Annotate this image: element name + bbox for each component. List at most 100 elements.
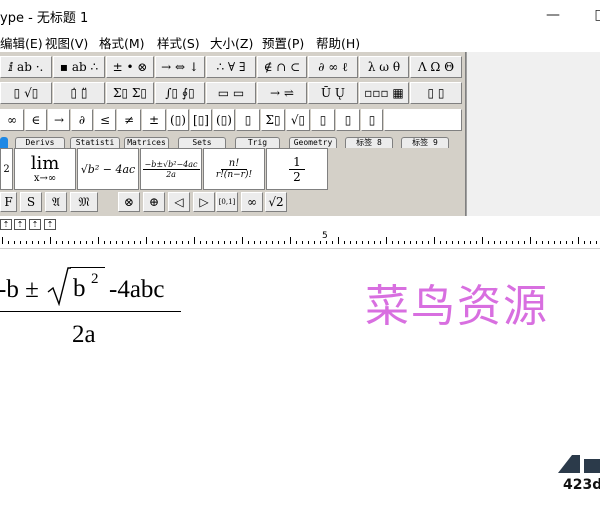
subscript-button[interactable]: ▯ bbox=[336, 109, 360, 131]
operator-symbols-palette[interactable]: ± • ⊗ bbox=[106, 56, 154, 78]
combination-numerator: n! bbox=[220, 158, 248, 170]
ruler-tick bbox=[392, 241, 393, 244]
menu-size[interactable]: 大小(Z) bbox=[210, 33, 253, 52]
template-one-half[interactable]: 1 2 bbox=[266, 148, 328, 190]
box-templates-palette[interactable]: ▯ ▯ bbox=[410, 82, 462, 104]
fence-templates-palette[interactable]: ▯ √▯ bbox=[0, 82, 52, 104]
plus-minus-button[interactable]: ± bbox=[142, 109, 166, 131]
spaces-ellipses-palette[interactable]: ⅈ ab ·. bbox=[0, 56, 52, 78]
ruler-tick bbox=[164, 241, 165, 244]
left-triangle-button[interactable]: ◁ bbox=[168, 192, 190, 212]
script-f-button[interactable]: F bbox=[0, 192, 17, 212]
ruler-tick bbox=[8, 241, 9, 244]
integral-templates-palette[interactable]: ∫▯ ∮▯ bbox=[155, 82, 205, 104]
toolbar-empty-area bbox=[466, 52, 600, 216]
ruler-tick bbox=[14, 241, 15, 244]
menu-edit[interactable]: 编辑(E) bbox=[0, 33, 43, 52]
logical-symbols-palette[interactable]: ∴ ∀ ∃ bbox=[206, 56, 256, 78]
ruler-tick bbox=[554, 241, 555, 244]
sub-superscript-button[interactable]: ▯ bbox=[361, 109, 383, 131]
template-sqrt-discriminant[interactable]: √b² − 4ac bbox=[77, 148, 139, 190]
tab-trig[interactable]: Trig bbox=[235, 137, 280, 148]
minimize-button[interactable]: — bbox=[530, 0, 576, 30]
menu-style[interactable]: 样式(S) bbox=[157, 33, 200, 52]
template-limit[interactable]: lim x→∞ bbox=[14, 148, 76, 190]
size-up-icon-1[interactable]: ⇡ bbox=[0, 219, 12, 230]
fraction-radical-palette[interactable]: ▯̇ ▯̈ bbox=[53, 82, 105, 104]
maximize-button[interactable]: □ bbox=[578, 0, 600, 30]
template-combination[interactable]: n! r!(n−r)! bbox=[203, 148, 265, 190]
template-quadratic[interactable]: −b±√b²−4ac 2a bbox=[140, 148, 202, 190]
tab-algebra[interactable] bbox=[0, 137, 8, 148]
size-up-icon-2[interactable]: ⇡ bbox=[14, 219, 26, 230]
matrix-templates-palette[interactable]: ▫▫▫ ▦ bbox=[359, 82, 409, 104]
ruler-tick bbox=[98, 237, 99, 244]
element-of-button[interactable]: ∈ bbox=[25, 109, 47, 131]
interval-button[interactable]: [0,1] bbox=[216, 192, 238, 212]
ruler-tick bbox=[2, 237, 3, 244]
ruler-tick bbox=[446, 241, 447, 244]
underbar-overbar-palette[interactable]: ▭ ▭ bbox=[206, 82, 256, 104]
size-up-icon-4[interactable]: ⇡ bbox=[44, 219, 56, 230]
ruler-tick bbox=[488, 241, 489, 244]
right-arrow-button[interactable]: → bbox=[48, 109, 70, 131]
infinity-button[interactable]: ∞ bbox=[0, 109, 24, 131]
equation-denominator: 2a bbox=[72, 321, 96, 348]
combination-denominator: r!(n−r)! bbox=[215, 170, 253, 180]
ruler-tick bbox=[146, 237, 147, 244]
menu-format[interactable]: 格式(M) bbox=[99, 33, 145, 52]
tab-matrices[interactable]: Matrices bbox=[124, 137, 169, 148]
infinity-symbol-button[interactable]: ∞ bbox=[241, 192, 263, 212]
misc-symbols-palette[interactable]: ∂ ∞ ℓ bbox=[308, 56, 358, 78]
partial-button[interactable]: ∂ bbox=[71, 109, 93, 131]
brackets-button[interactable]: [▯] bbox=[190, 109, 212, 131]
embellishments-palette[interactable]: ▪ ab ∴ bbox=[53, 56, 105, 78]
template-partial[interactable]: 2 bbox=[0, 148, 13, 190]
watermark-text: 菜鸟资源 bbox=[365, 281, 549, 332]
circle-times-button[interactable]: ⊗ bbox=[118, 192, 140, 212]
menu-view[interactable]: 视图(V) bbox=[45, 33, 88, 52]
ruler-tick bbox=[440, 241, 441, 244]
fence-button[interactable]: (▯) bbox=[213, 109, 235, 131]
ruler-tick bbox=[206, 241, 207, 244]
ruler-tick bbox=[326, 241, 327, 244]
superscript-button[interactable]: ▯ bbox=[311, 109, 335, 131]
circle-plus-button[interactable]: ⊕ bbox=[143, 192, 165, 212]
sqrt-button[interactable]: √▯ bbox=[286, 109, 310, 131]
fraktur-m-button[interactable]: 𝔐 bbox=[70, 192, 98, 212]
menu-preferences[interactable]: 预置(P) bbox=[262, 33, 304, 52]
size-up-icon-3[interactable]: ⇡ bbox=[29, 219, 41, 230]
fraction-button[interactable]: ▯ bbox=[236, 109, 260, 131]
summation-templates-palette[interactable]: Σ▯ Σ▯ bbox=[106, 82, 154, 104]
ruler-tick bbox=[416, 241, 417, 244]
ruler-tick bbox=[362, 241, 363, 244]
tab-sets[interactable]: Sets bbox=[178, 137, 226, 148]
script-s-button[interactable]: S bbox=[20, 192, 42, 212]
parentheses-button[interactable]: (▯) bbox=[167, 109, 189, 131]
ruler-tick bbox=[260, 241, 261, 244]
greek-uppercase-palette[interactable]: Λ Ω Θ bbox=[410, 56, 462, 78]
arrow-symbols-palette[interactable]: → ⇔ ↓ bbox=[155, 56, 205, 78]
set-theory-palette[interactable]: ∉ ∩ ⊂ bbox=[257, 56, 307, 78]
sum-button[interactable]: Σ▯ bbox=[261, 109, 285, 131]
tab-geometry[interactable]: Geometry bbox=[289, 137, 337, 148]
ruler-tick bbox=[26, 241, 27, 244]
ruler-tick bbox=[194, 237, 195, 244]
ruler-tick bbox=[536, 241, 537, 244]
tab-9[interactable]: 标签 9 bbox=[401, 137, 449, 148]
menu-help[interactable]: 帮助(H) bbox=[316, 33, 360, 52]
sqrt-two-button[interactable]: √2 bbox=[265, 192, 287, 212]
tab-derivs[interactable]: Derivs bbox=[15, 137, 65, 148]
greek-lowercase-palette[interactable]: λ ω θ bbox=[359, 56, 409, 78]
products-set-palette[interactable]: Ū Ų bbox=[308, 82, 358, 104]
title-bar: ype - 无标题 1 — □ bbox=[0, 0, 600, 30]
less-equal-button[interactable]: ≤ bbox=[94, 109, 116, 131]
fraktur-a-button[interactable]: 𝔄 bbox=[45, 192, 67, 212]
ruler-tick bbox=[464, 241, 465, 244]
ruler-tick bbox=[74, 241, 75, 244]
tab-8[interactable]: 标签 8 bbox=[345, 137, 393, 148]
right-triangle-button[interactable]: ▷ bbox=[193, 192, 215, 212]
labeled-arrows-palette[interactable]: → ⇌ bbox=[257, 82, 307, 104]
tab-statistics[interactable]: Statisti bbox=[70, 137, 120, 148]
not-equal-button[interactable]: ≠ bbox=[117, 109, 141, 131]
